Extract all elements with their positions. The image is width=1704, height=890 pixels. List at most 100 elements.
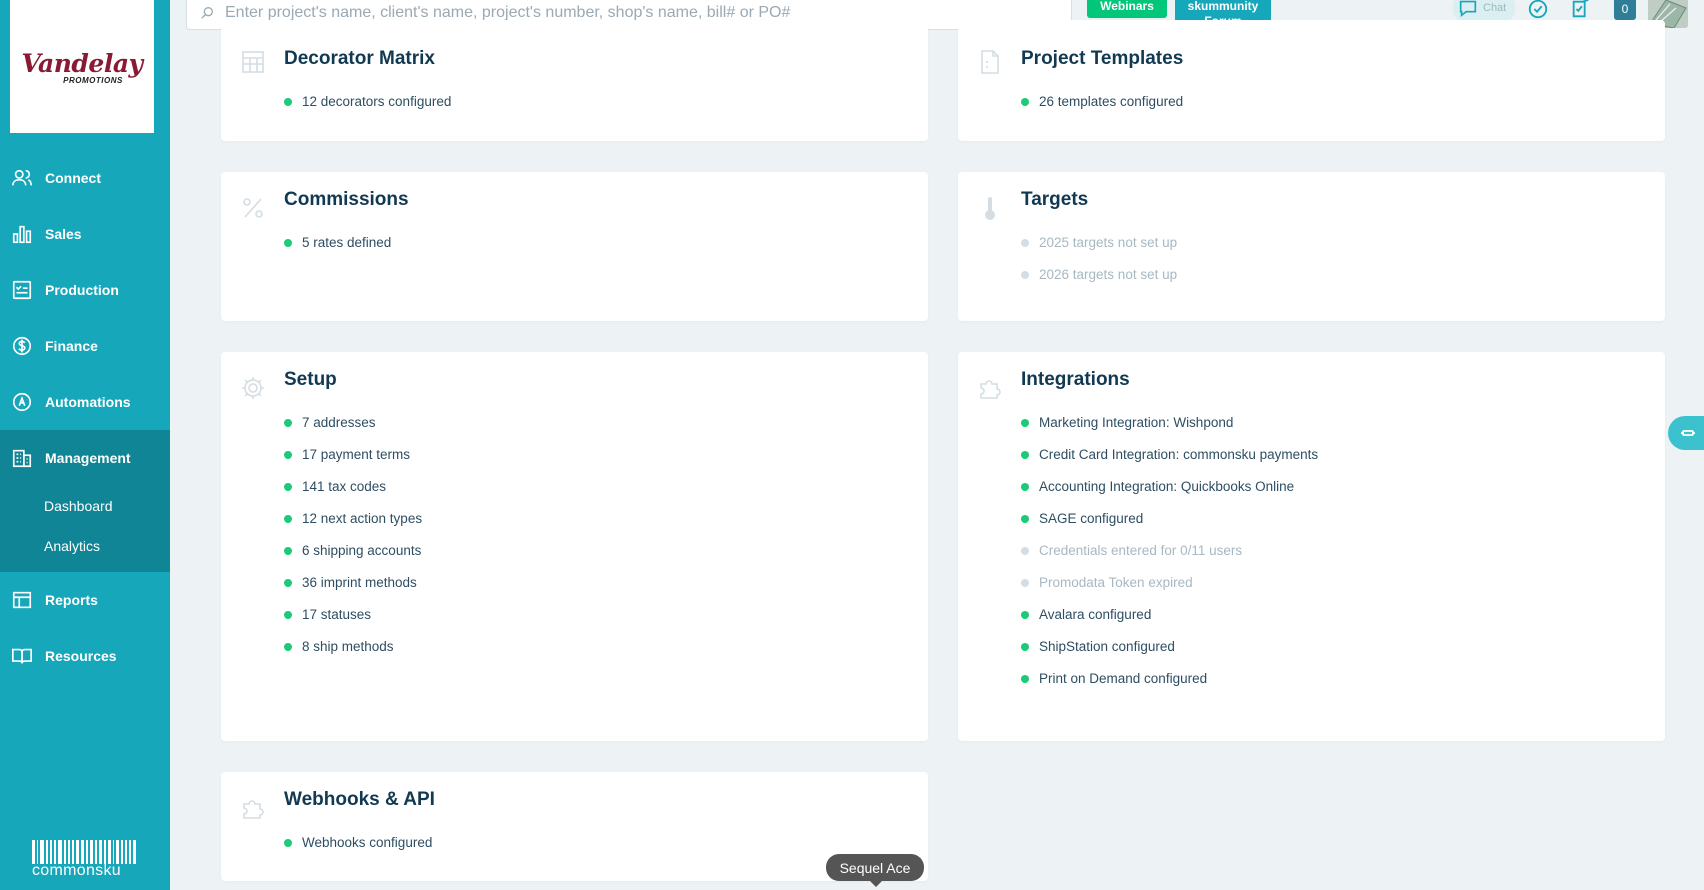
brand-name: commonsku (32, 862, 121, 879)
chat-bubble-icon (1459, 0, 1477, 18)
status-dot (284, 643, 292, 651)
sidebar-item-reports[interactable]: Reports (0, 580, 170, 620)
status-dot (1021, 643, 1029, 651)
list-item-text: 12 decorators configured (302, 94, 452, 109)
list-item-text: 2026 targets not set up (1039, 267, 1178, 282)
sidebar-item-label: Resources (45, 648, 117, 664)
expand-arrows-icon (1681, 430, 1695, 436)
gear-icon (239, 374, 267, 402)
list-item-text: 12 next action types (302, 511, 423, 526)
list-item-text: Avalara configured (1039, 607, 1152, 622)
list-item: 17 payment terms (284, 446, 422, 478)
sidebar-item-production[interactable]: Production (0, 270, 170, 310)
checklist-edit-icon[interactable] (1570, 0, 1594, 22)
list-item: Credit Card Integration: commonsku payme… (1021, 446, 1318, 478)
list-item: Accounting Integration: Quickbooks Onlin… (1021, 478, 1318, 510)
list-item: 36 imprint methods (284, 574, 422, 606)
list-item-text: SAGE configured (1039, 511, 1144, 526)
building-icon (10, 446, 34, 470)
status-dot (284, 98, 292, 106)
status-list: 2025 targets not set up 2026 targets not… (1021, 234, 1177, 298)
grid-icon (239, 48, 267, 76)
status-list: 5 rates defined (284, 234, 391, 266)
list-item-text: 17 payment terms (302, 447, 411, 462)
list-item-text: 5 rates defined (302, 235, 392, 250)
status-dot (1021, 419, 1029, 427)
users-icon (10, 166, 34, 190)
company-logo[interactable]: Vandelay PROMOTIONS (10, 0, 154, 133)
card-webhooks-api: Webhooks & API Webhooks configured (221, 772, 928, 881)
notification-badge[interactable]: 0 (1614, 0, 1636, 20)
list-item: SAGE configured (1021, 510, 1318, 542)
card-title: Integrations (1021, 369, 1130, 390)
logo-wordmark: Vandelay (21, 48, 143, 78)
status-dot (284, 451, 292, 459)
sidebar-subitem-dashboard[interactable]: Dashboard (44, 498, 113, 514)
list-item: 17 statuses (284, 606, 422, 638)
card-commissions: Commissions 5 rates defined (221, 172, 928, 321)
sidebar-subitem-analytics[interactable]: Analytics (44, 538, 100, 554)
list-item: 12 decorators configured (284, 93, 451, 125)
status-list: 7 addresses 17 payment terms 141 tax cod… (284, 414, 422, 670)
sidebar-item-automations[interactable]: Automations (0, 382, 170, 422)
tasks-check-icon[interactable] (1527, 0, 1551, 22)
list-item-text: Print on Demand configured (1039, 671, 1208, 686)
checklist-icon (10, 278, 34, 302)
status-dot (1021, 675, 1029, 683)
list-item: ShipStation configured (1021, 638, 1318, 670)
list-item-text: 6 shipping accounts (302, 543, 422, 558)
status-dot (284, 579, 292, 587)
status-list: 26 templates configured (1021, 93, 1183, 125)
table-icon (10, 588, 34, 612)
status-dot (1021, 483, 1029, 491)
list-item: 2025 targets not set up (1021, 234, 1177, 266)
list-item: 5 rates defined (284, 234, 391, 266)
list-item-text: 2025 targets not set up (1039, 235, 1178, 250)
webinars-button[interactable]: Webinars (1087, 0, 1167, 18)
sidebar-item-label: Automations (45, 394, 131, 410)
list-item: 26 templates configured (1021, 93, 1183, 125)
list-item-text: Credit Card Integration: commonsku payme… (1039, 447, 1319, 462)
status-list: 12 decorators configured (284, 93, 451, 125)
percent-icon (239, 194, 267, 222)
status-dot (1021, 271, 1029, 279)
sidebar-item-management[interactable]: Management (0, 438, 170, 478)
chat-button[interactable]: Chat (1453, 0, 1515, 22)
status-dot (1021, 579, 1029, 587)
sidebar-item-sales[interactable]: Sales (0, 214, 170, 254)
status-dot (1021, 611, 1029, 619)
barcode-icon (32, 840, 136, 864)
sidebar-item-label: Connect (45, 170, 101, 186)
commonsku-logo: commonsku (32, 840, 136, 880)
sidebar-item-connect[interactable]: Connect (0, 158, 170, 198)
list-item: 6 shipping accounts (284, 542, 422, 574)
sidebar-item-finance[interactable]: Finance (0, 326, 170, 366)
status-list: Webhooks configured (284, 834, 432, 866)
list-item: 12 next action types (284, 510, 422, 542)
card-decorator-matrix: Decorator Matrix 12 decorators configure… (221, 20, 928, 141)
list-item-text: 36 imprint methods (302, 575, 417, 590)
card-integrations: Integrations Marketing Integration: Wish… (958, 352, 1665, 741)
list-item-text: Promodata Token expired (1039, 575, 1193, 590)
puzzle-icon (976, 374, 1004, 402)
status-dot (1021, 239, 1029, 247)
status-dot (284, 547, 292, 555)
card-targets: Targets 2025 targets not set up 2026 tar… (958, 172, 1665, 321)
card-project-templates: Project Templates 26 templates configure… (958, 20, 1665, 141)
status-dot (284, 419, 292, 427)
status-dot (284, 239, 292, 247)
list-item: Print on Demand configured (1021, 670, 1318, 702)
side-panel-handle[interactable] (1668, 416, 1704, 450)
sidebar-item-resources[interactable]: Resources (0, 636, 170, 676)
sidebar-item-label: Reports (45, 592, 98, 608)
list-item: 7 addresses (284, 414, 422, 446)
list-item: Avalara configured (1021, 606, 1318, 638)
sidebar-item-label: Management (45, 450, 131, 466)
sidebar-item-label: Sales (45, 226, 82, 242)
dollar-icon (10, 334, 34, 358)
list-item: Promodata Token expired (1021, 574, 1318, 606)
card-setup: Setup 7 addresses 17 payment terms 141 t… (221, 352, 928, 741)
status-dot (284, 611, 292, 619)
sidebar-item-label: Finance (45, 338, 98, 354)
list-item-text: Webhooks configured (302, 835, 433, 850)
